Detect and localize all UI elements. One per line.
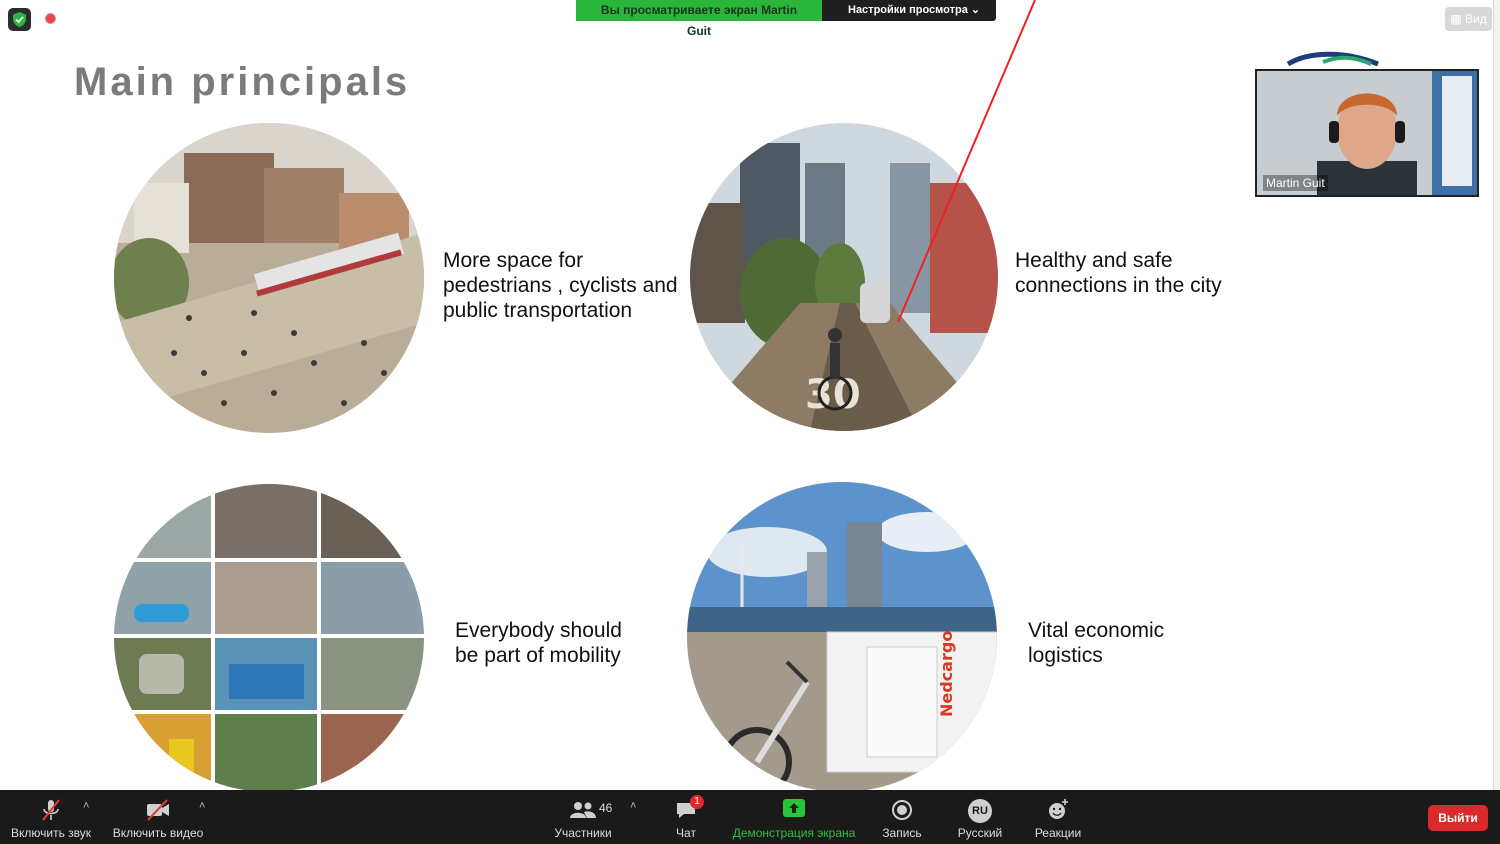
mobility-collage-image <box>114 484 424 792</box>
meeting-toolbar: Включить звук ˄ Включить видео ˄ 46 Учас… <box>0 790 1500 844</box>
caption-healthy-safe: Healthy and safe connections in the city <box>1015 249 1222 297</box>
grid-icon: ▦ <box>1450 12 1462 26</box>
emoji-plus-icon <box>1049 799 1068 819</box>
pedestrian-square-image <box>114 123 424 433</box>
annotation-line <box>897 0 1036 323</box>
video-camera-off-icon <box>147 799 169 821</box>
leave-meeting-button[interactable]: Выйти <box>1428 805 1488 831</box>
participant-name-label: Martin Guit <box>1263 175 1328 191</box>
language-globe-icon: RU <box>968 799 992 823</box>
caption-more-space: More space for pedestrians , cyclists an… <box>443 249 678 322</box>
share-notice: Вы просматриваете экран Martin Guit <box>576 0 822 38</box>
start-video-button[interactable]: Включить видео <box>108 790 208 844</box>
scrollbar[interactable] <box>1493 0 1500 790</box>
slide-title: Main principals <box>74 60 411 104</box>
caption-everybody: Everybody should be part of mobility <box>455 619 622 667</box>
participants-button[interactable]: 46 Участники <box>548 790 618 844</box>
view-button[interactable]: ▦ Вид <box>1445 7 1492 31</box>
recording-indicator-icon <box>45 13 56 24</box>
caption-vital-logistics: Vital economic logistics <box>1028 619 1165 667</box>
record-button[interactable]: Запись <box>875 790 929 844</box>
language-button[interactable]: RU Русский <box>952 790 1008 844</box>
reactions-button[interactable]: Реакции <box>1030 790 1086 844</box>
audio-options-caret[interactable]: ˄ <box>83 800 89 812</box>
logistics-image: Nedcargo <box>687 482 997 792</box>
participant-video-tile[interactable]: Martin Guit <box>1255 69 1479 197</box>
participants-icon <box>570 802 596 818</box>
share-screen-button[interactable]: Демонстрация экрана <box>728 790 860 844</box>
svg-text:Nedcargo: Nedcargo <box>937 631 956 717</box>
chat-button[interactable]: 1 Чат <box>661 790 711 844</box>
participants-count: 46 <box>599 801 613 815</box>
record-icon <box>892 800 912 820</box>
participants-options-caret[interactable]: ˄ <box>630 800 636 812</box>
unmute-button[interactable]: Включить звук <box>5 790 97 844</box>
microphone-muted-icon <box>42 799 60 821</box>
chat-unread-badge: 1 <box>690 795 704 809</box>
video-options-caret[interactable]: ˄ <box>199 800 205 812</box>
share-screen-icon <box>783 799 805 817</box>
security-shield-icon[interactable] <box>8 8 31 31</box>
